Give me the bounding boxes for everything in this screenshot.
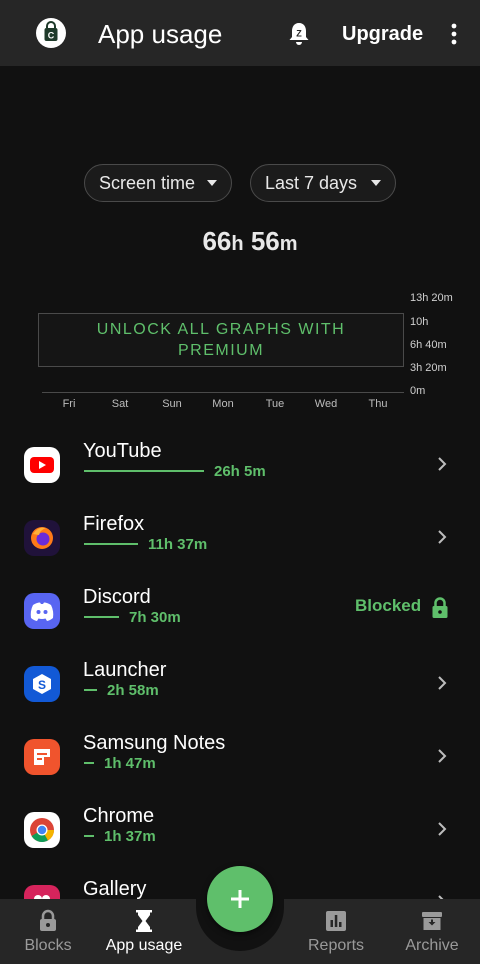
blocked-status: Blocked	[355, 596, 422, 615]
hourglass-icon	[136, 910, 152, 932]
x-tick-label: Sun	[162, 398, 182, 410]
chevron-down-icon	[371, 180, 381, 186]
x-tick-label: Sat	[111, 398, 129, 410]
x-tick-label: Fri	[62, 398, 76, 410]
app-name: Gallery	[83, 878, 147, 900]
youtube-icon	[24, 447, 60, 483]
range-dropdown-label: Last 7 days	[265, 173, 358, 193]
notification-badge: Z	[296, 29, 302, 39]
usage-bar	[84, 616, 119, 618]
upgrade-button[interactable]: Upgrade	[342, 21, 423, 47]
page-title: App usage	[98, 19, 223, 49]
metric-dropdown-label: Screen time	[99, 173, 196, 193]
launcher-icon: S	[24, 666, 60, 702]
usage-bar	[84, 835, 94, 837]
usage-duration: 1h 37m	[104, 828, 156, 845]
top-app-bar: C App usage Z Upgrade	[0, 0, 480, 66]
premium-banner-line1: UNLOCK ALL GRAPHS WITH	[96, 321, 346, 338]
list-item-discord[interactable]: Discord 7h 30m Blocked	[0, 586, 480, 665]
usage-bar	[84, 762, 94, 764]
y-tick-label: 13h 20m	[410, 292, 453, 304]
discord-icon	[24, 593, 60, 629]
y-tick-label: 0m	[410, 385, 426, 397]
app-name: Firefox	[83, 513, 145, 535]
samsung-notes-icon	[24, 739, 60, 775]
usage-bar	[84, 689, 97, 691]
list-item-youtube[interactable]: YouTube 26h 5m	[0, 440, 480, 519]
app-name: Launcher	[83, 659, 167, 681]
svg-text:S: S	[38, 678, 46, 692]
archive-icon	[422, 912, 442, 930]
usage-duration: 11h 37m	[148, 536, 208, 553]
svg-text:C: C	[48, 31, 55, 41]
usage-bar	[84, 470, 204, 472]
usage-chart: 13h 20m 10h 6h 40m 3h 20m 0m Fri Sat Sun…	[0, 288, 480, 418]
total-minutes-unit: m	[279, 233, 298, 255]
app-logo-icon[interactable]: C	[36, 18, 66, 48]
usage-duration: 1h 47m	[104, 755, 156, 772]
chrome-icon	[24, 812, 60, 848]
bar-chart-icon	[326, 911, 346, 931]
app-name: YouTube	[83, 440, 162, 462]
notification-bell-icon[interactable]: Z	[286, 20, 312, 48]
usage-duration: 26h 5m	[214, 463, 266, 480]
chevron-right-icon	[438, 749, 447, 763]
x-tick-label: Mon	[212, 398, 234, 410]
nav-blocks[interactable]: Blocks	[0, 899, 96, 964]
y-tick-label: 6h 40m	[410, 339, 447, 351]
total-minutes: 56	[250, 226, 280, 256]
total-screen-time: 66h 56m	[0, 226, 480, 257]
usage-duration: 2h 58m	[107, 682, 159, 699]
range-dropdown[interactable]: Last 7 days	[250, 164, 396, 202]
lock-icon	[432, 597, 448, 618]
nav-app-usage[interactable]: App usage	[96, 899, 192, 964]
nav-archive-label: Archive	[405, 937, 459, 954]
x-tick-label: Tue	[265, 398, 285, 410]
y-tick-label: 3h 20m	[410, 362, 447, 374]
chart-x-axis	[42, 392, 404, 393]
chevron-right-icon	[438, 822, 447, 836]
y-tick-label: 10h	[410, 316, 429, 328]
list-item-launcher[interactable]: S Launcher 2h 58m	[0, 659, 480, 738]
nav-blocks-label: Blocks	[24, 937, 72, 954]
firefox-icon	[24, 520, 60, 556]
app-name: Samsung Notes	[83, 732, 226, 754]
chevron-right-icon	[438, 457, 447, 471]
total-hours-unit: h	[231, 233, 244, 255]
list-item-samsung-notes[interactable]: Samsung Notes 1h 47m	[0, 732, 480, 811]
unlock-premium-banner[interactable]: UNLOCK ALL GRAPHS WITH PREMIUM	[38, 313, 404, 367]
app-name: Chrome	[83, 805, 155, 827]
list-item-firefox[interactable]: Firefox 11h 37m	[0, 513, 480, 592]
nav-app-usage-label: App usage	[105, 937, 183, 954]
more-options-icon[interactable]	[446, 20, 462, 48]
x-tick-label: Thu	[368, 398, 388, 410]
metric-dropdown[interactable]: Screen time	[84, 164, 232, 202]
chevron-right-icon	[438, 530, 447, 544]
x-tick-label: Wed	[314, 398, 338, 410]
premium-banner-line2: PREMIUM	[177, 342, 265, 359]
usage-duration: 7h 30m	[129, 609, 181, 626]
total-hours: 66	[202, 226, 232, 256]
chevron-right-icon	[438, 676, 447, 690]
usage-bar	[84, 543, 138, 545]
app-name: Discord	[83, 586, 151, 608]
add-button[interactable]	[207, 866, 273, 932]
nav-reports-label: Reports	[307, 937, 365, 954]
chevron-down-icon	[207, 180, 217, 186]
plus-icon	[231, 890, 249, 908]
lock-icon	[40, 909, 56, 931]
nav-reports[interactable]: Reports	[288, 899, 384, 964]
nav-archive[interactable]: Archive	[384, 899, 480, 964]
